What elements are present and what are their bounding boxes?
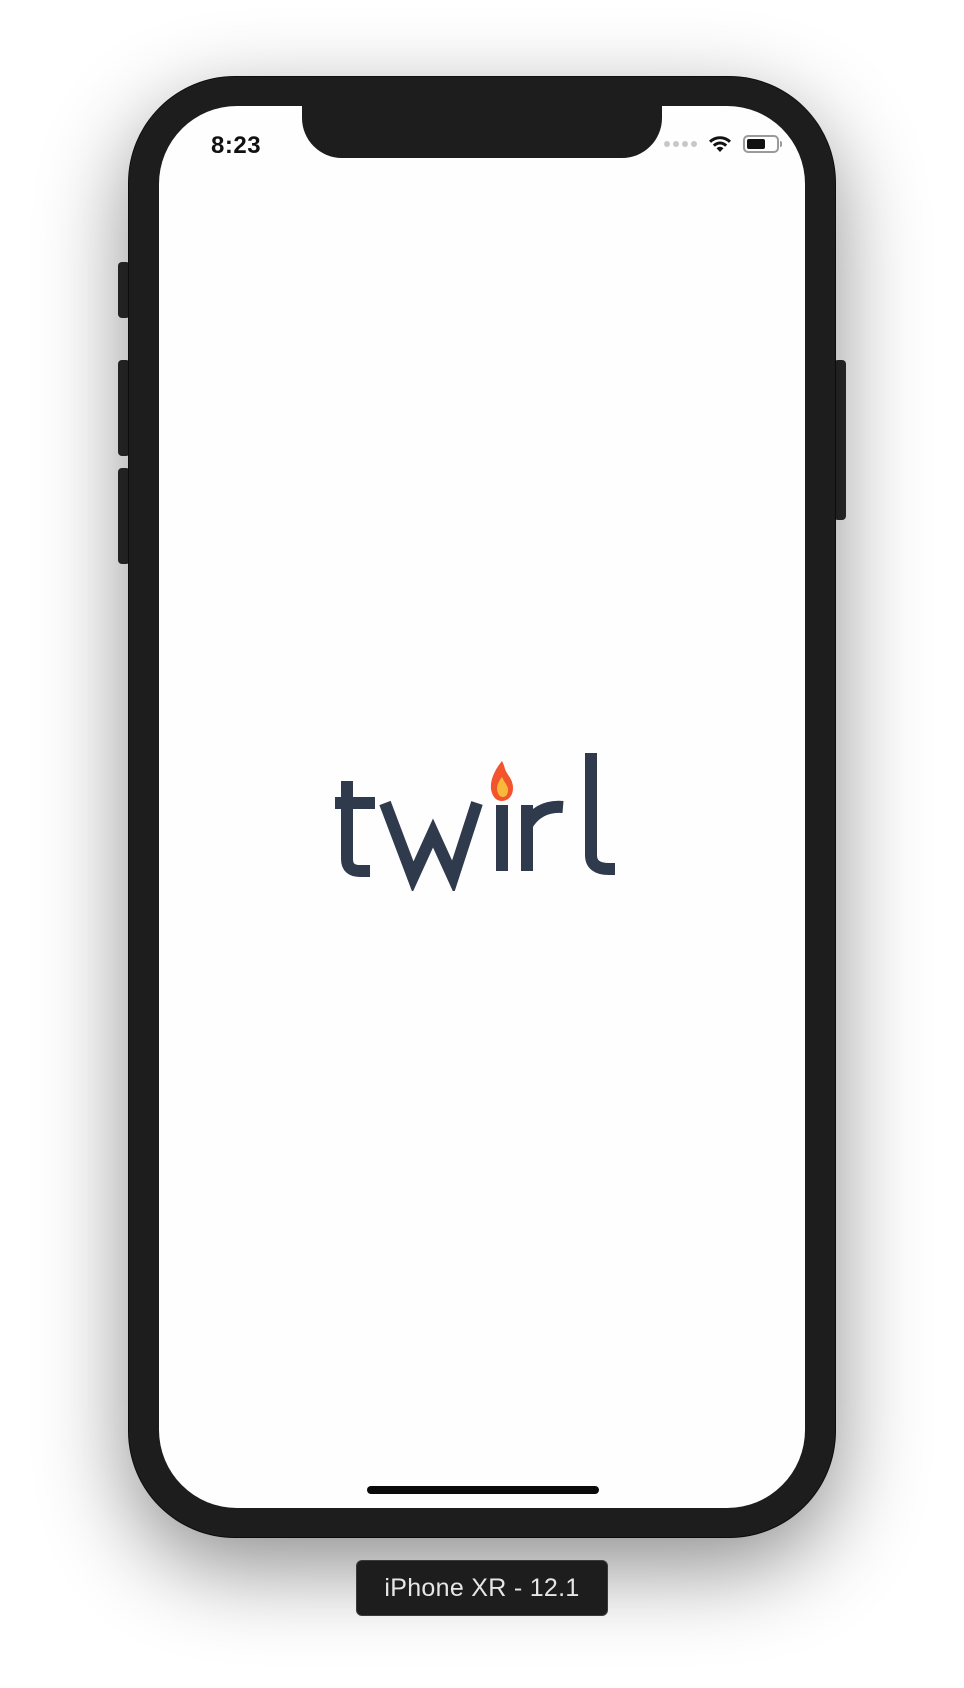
status-time: 8:23 bbox=[211, 132, 262, 159]
battery-level-fill bbox=[747, 139, 765, 149]
battery-icon bbox=[743, 135, 782, 153]
twirl-logo-wordmark bbox=[335, 753, 615, 891]
cellular-signal-icon bbox=[664, 141, 697, 147]
flame-icon bbox=[490, 761, 513, 801]
power-button bbox=[834, 360, 846, 520]
home-indicator[interactable] bbox=[367, 1486, 599, 1494]
simulator-device-label: iPhone XR - 12.1 bbox=[356, 1560, 608, 1616]
simulator-stage: 8:23 iPhone XR - 12.1 bbox=[0, 0, 964, 1688]
device-notch bbox=[302, 106, 662, 158]
app-screen[interactable]: 8:23 bbox=[159, 106, 805, 1508]
status-indicators bbox=[664, 134, 782, 154]
wifi-icon bbox=[709, 136, 731, 152]
twirl-logo bbox=[159, 741, 805, 891]
